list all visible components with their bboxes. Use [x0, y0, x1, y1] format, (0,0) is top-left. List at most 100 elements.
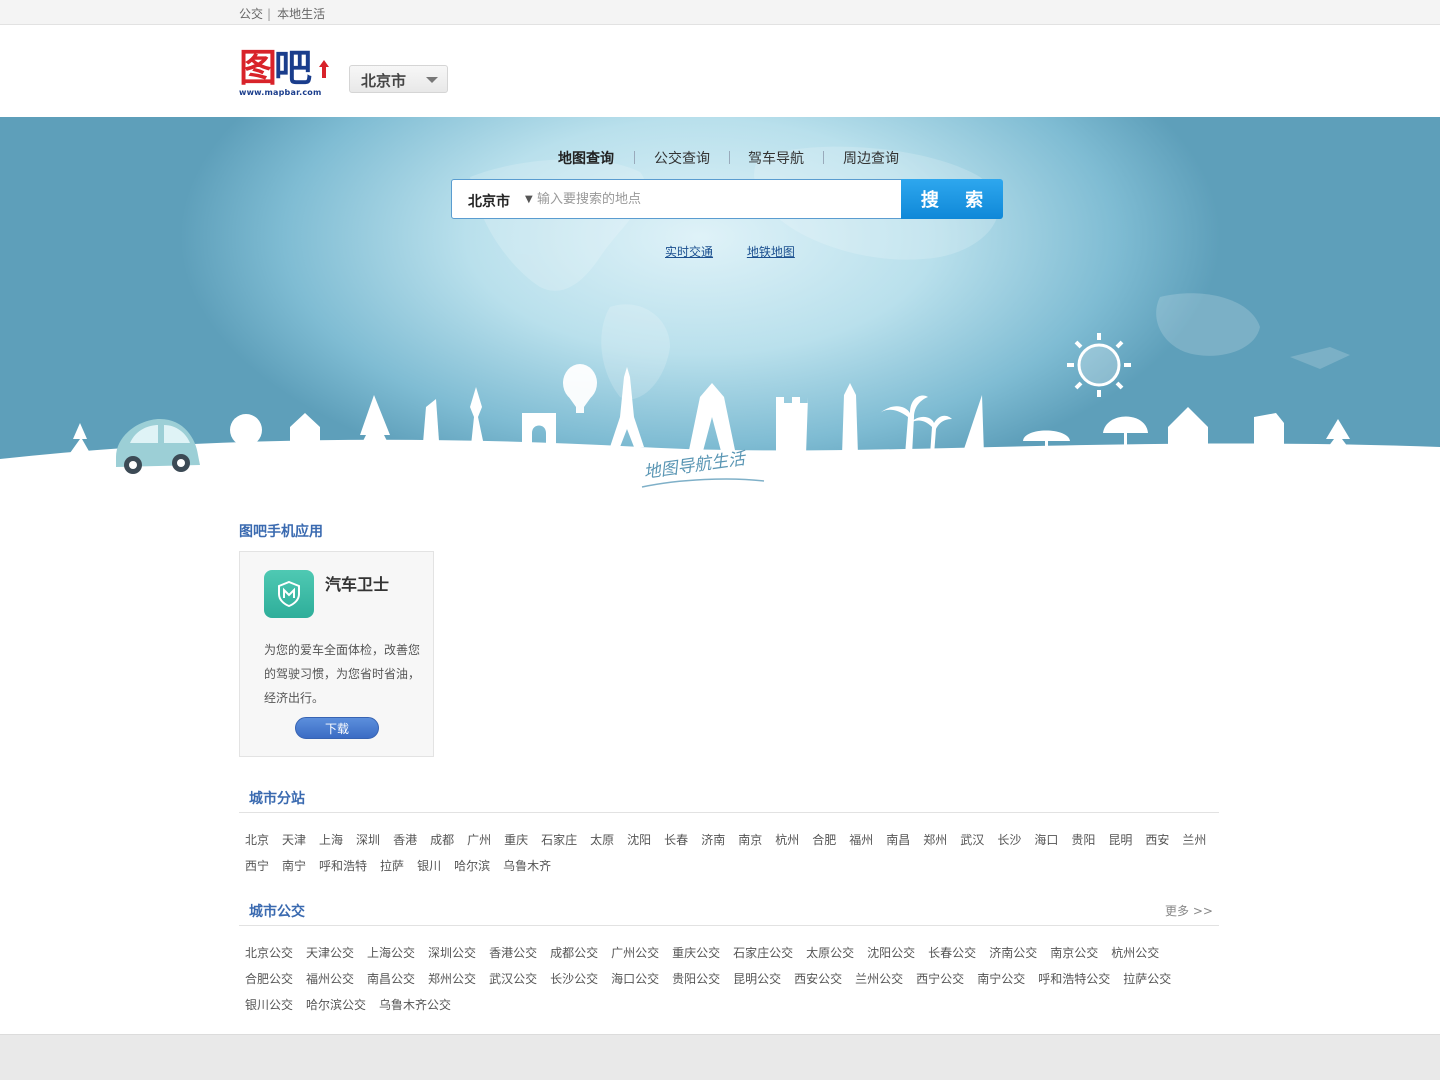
- city-selector-value: 北京市: [361, 72, 407, 90]
- mapbar-logo[interactable]: 图吧 www.mapbar.com: [239, 46, 331, 98]
- city-bus-link[interactable]: 石家庄公交: [733, 944, 793, 961]
- city-station-link[interactable]: 南宁: [282, 857, 306, 874]
- tab-driving-navigation[interactable]: 驾车导航: [748, 148, 804, 168]
- city-bus-link[interactable]: 乌鲁木齐公交: [379, 996, 451, 1013]
- city-bus-title: 城市公交: [249, 904, 305, 920]
- city-bus-link[interactable]: 呼和浩特公交: [1038, 970, 1110, 987]
- city-station-link[interactable]: 合肥: [812, 831, 836, 848]
- city-station-link[interactable]: 杭州: [775, 831, 799, 848]
- city-station-link[interactable]: 长春: [664, 831, 688, 848]
- city-station-link[interactable]: 太原: [590, 831, 614, 848]
- city-bus-link[interactable]: 长春公交: [928, 944, 976, 961]
- city-station-link[interactable]: 深圳: [356, 831, 380, 848]
- search-city-selector[interactable]: 北京市: [468, 191, 510, 211]
- chevron-down-icon: [426, 77, 438, 83]
- city-selector[interactable]: 北京市: [349, 65, 448, 93]
- city-station-link[interactable]: 长沙: [997, 831, 1021, 848]
- city-bus-link[interactable]: 哈尔滨公交: [306, 996, 366, 1013]
- tab-bus-search[interactable]: 公交查询: [654, 148, 710, 168]
- city-station-link[interactable]: 乌鲁木齐: [503, 857, 551, 874]
- city-bus-link[interactable]: 合肥公交: [245, 970, 293, 987]
- city-bus-link[interactable]: 香港公交: [489, 944, 537, 961]
- city-bus-link[interactable]: 广州公交: [611, 944, 659, 961]
- city-bus-link[interactable]: 上海公交: [367, 944, 415, 961]
- shield-m-icon[interactable]: [264, 570, 314, 618]
- city-station-link[interactable]: 海口: [1034, 831, 1058, 848]
- city-bus-link[interactable]: 长沙公交: [550, 970, 598, 987]
- city-bus-link[interactable]: 武汉公交: [489, 970, 537, 987]
- search-box: 北京市 ▼ 搜 索: [451, 179, 1003, 219]
- city-bus-link[interactable]: 银川公交: [245, 996, 293, 1013]
- header: 图吧 www.mapbar.com 北京市: [0, 25, 1440, 117]
- search-tabs: 地图查询 公交查询 驾车导航 周边查询: [540, 148, 920, 168]
- city-station-link[interactable]: 西宁: [245, 857, 269, 874]
- city-station-link[interactable]: 西安: [1145, 831, 1169, 848]
- city-station-link[interactable]: 南昌: [886, 831, 910, 848]
- tab-separator: [634, 151, 635, 164]
- topbar-link-local-life[interactable]: 本地生活: [277, 7, 325, 21]
- download-button[interactable]: 下载: [295, 717, 379, 739]
- city-station-link[interactable]: 石家庄: [541, 831, 577, 848]
- city-station-link[interactable]: 成都: [430, 831, 454, 848]
- city-stations-row: 西宁 南宁 呼和浩特 拉萨 银川 哈尔滨 乌鲁木齐: [245, 857, 564, 874]
- city-bus-link[interactable]: 西安公交: [794, 970, 842, 987]
- topbar-separator: |: [267, 7, 272, 21]
- city-station-link[interactable]: 呼和浩特: [319, 857, 367, 874]
- city-bus-link[interactable]: 太原公交: [806, 944, 854, 961]
- city-station-link[interactable]: 天津: [282, 831, 306, 848]
- city-station-link[interactable]: 济南: [701, 831, 725, 848]
- city-bus-link[interactable]: 南昌公交: [367, 970, 415, 987]
- city-bus-link[interactable]: 深圳公交: [428, 944, 476, 961]
- city-bus-link[interactable]: 福州公交: [306, 970, 354, 987]
- app-description: 为您的爱车全面体检，改善您的驾驶习惯，为您省时省油，经济出行。: [264, 643, 421, 705]
- city-bus-link[interactable]: 南宁公交: [977, 970, 1025, 987]
- city-bus-link[interactable]: 天津公交: [306, 944, 354, 961]
- city-bus-link[interactable]: 重庆公交: [672, 944, 720, 961]
- city-station-link[interactable]: 南京: [738, 831, 762, 848]
- app-name[interactable]: 汽车卫士: [325, 571, 389, 595]
- city-bus-link[interactable]: 成都公交: [550, 944, 598, 961]
- city-station-link[interactable]: 重庆: [504, 831, 528, 848]
- subway-map-link[interactable]: 地铁地图: [747, 245, 795, 259]
- city-station-link[interactable]: 郑州: [923, 831, 947, 848]
- city-station-link[interactable]: 香港: [393, 831, 417, 848]
- topbar-link-bus[interactable]: 公交: [239, 7, 263, 21]
- city-station-link[interactable]: 武汉: [960, 831, 984, 848]
- city-bus-link[interactable]: 沈阳公交: [867, 944, 915, 961]
- tab-nearby-search[interactable]: 周边查询: [843, 148, 899, 168]
- city-station-link[interactable]: 哈尔滨: [454, 857, 490, 874]
- city-bus-link[interactable]: 贵阳公交: [672, 970, 720, 987]
- city-bus-row: 合肥公交 福州公交 南昌公交 郑州公交 武汉公交 长沙公交 海口公交 贵阳公交 昆明公交 西安公交…: [245, 970, 1184, 987]
- top-bar: 公交 | 本地生活: [0, 0, 1440, 25]
- city-bus-link[interactable]: 西宁公交: [916, 970, 964, 987]
- sun-icon: [1067, 333, 1131, 397]
- city-station-link[interactable]: 昆明: [1108, 831, 1132, 848]
- city-bus-link[interactable]: 兰州公交: [855, 970, 903, 987]
- city-station-link[interactable]: 银川: [417, 857, 441, 874]
- city-station-link[interactable]: 贵阳: [1071, 831, 1095, 848]
- city-station-link[interactable]: 拉萨: [380, 857, 404, 874]
- city-bus-link[interactable]: 昆明公交: [733, 970, 781, 987]
- city-bus-link[interactable]: 海口公交: [611, 970, 659, 987]
- city-station-link[interactable]: 广州: [467, 831, 491, 848]
- realtime-traffic-link[interactable]: 实时交通: [665, 245, 713, 259]
- city-station-link[interactable]: 沈阳: [627, 831, 651, 848]
- logo-arrow-icon: [319, 60, 329, 78]
- city-bus-link[interactable]: 拉萨公交: [1123, 970, 1171, 987]
- section-divider: [239, 925, 1219, 926]
- caret-down-icon[interactable]: ▼: [525, 194, 533, 205]
- city-station-link[interactable]: 上海: [319, 831, 343, 848]
- city-bus-link[interactable]: 济南公交: [989, 944, 1037, 961]
- more-link[interactable]: 更多 >>: [1165, 902, 1213, 919]
- city-bus-link[interactable]: 杭州公交: [1111, 944, 1159, 961]
- city-station-link[interactable]: 福州: [849, 831, 873, 848]
- city-station-link[interactable]: 兰州: [1182, 831, 1206, 848]
- city-bus-link[interactable]: 南京公交: [1050, 944, 1098, 961]
- search-button[interactable]: 搜 索: [901, 179, 1003, 219]
- city-station-link[interactable]: 北京: [245, 831, 269, 848]
- city-bus-link[interactable]: 北京公交: [245, 944, 293, 961]
- city-bus-link[interactable]: 郑州公交: [428, 970, 476, 987]
- search-input[interactable]: [537, 186, 897, 212]
- tab-map-search[interactable]: 地图查询: [558, 148, 614, 168]
- tab-separator: [823, 151, 824, 164]
